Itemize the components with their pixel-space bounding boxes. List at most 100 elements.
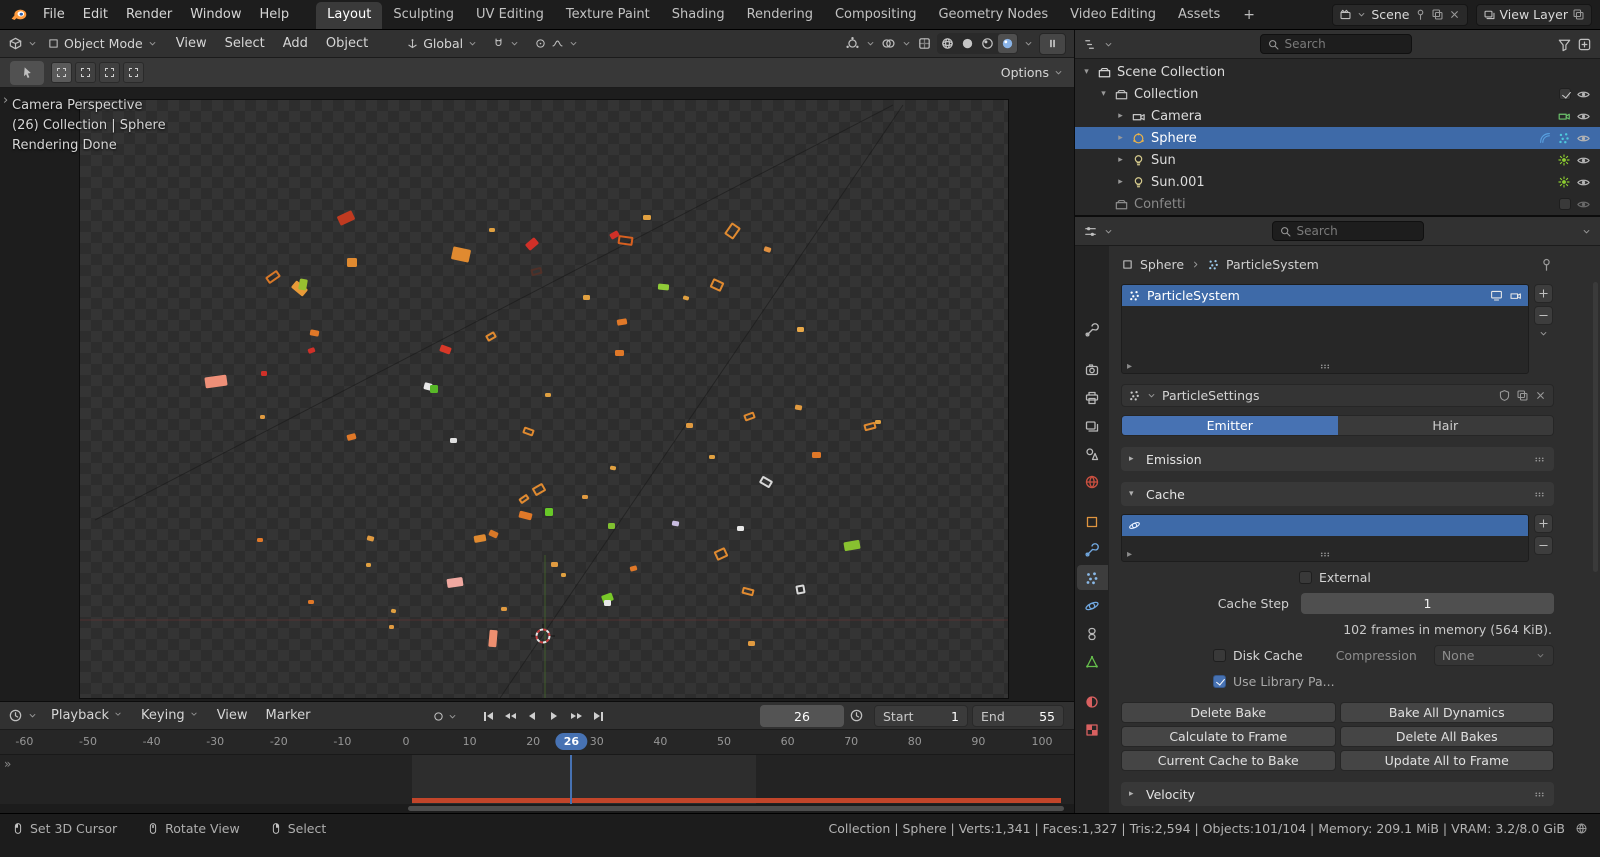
3d-viewport[interactable]: › Camera Perspective(26) Col (0, 88, 1074, 701)
bake-all-dynamics-button[interactable]: Bake All Dynamics (1340, 702, 1555, 723)
menu-help[interactable]: Help (251, 4, 299, 25)
hide-toggle-eye-icon[interactable] (1576, 131, 1591, 146)
properties-tab-modifiers[interactable] (1077, 537, 1108, 562)
select-mode-intersect-button[interactable] (123, 62, 144, 83)
disclosure-arrow[interactable]: ▸ (1115, 111, 1126, 121)
section-cache[interactable]: ▾ Cache (1121, 482, 1554, 506)
timeline-menu-playback[interactable]: Playback (42, 705, 132, 726)
particle-system-slots[interactable]: ParticleSystem ▸ (1121, 284, 1529, 374)
new-scene-icon[interactable] (1431, 8, 1444, 21)
grip-icon[interactable] (1533, 788, 1546, 801)
update-all-to-frame-button[interactable]: Update All to Frame (1340, 750, 1555, 771)
jump-to-end-button[interactable] (588, 707, 608, 726)
active-tool-select-box-button[interactable] (10, 61, 44, 85)
show-gizmo-icon[interactable] (845, 36, 860, 51)
outliner-row-camera[interactable]: ▸Camera (1075, 105, 1600, 127)
properties-tab-particles[interactable] (1077, 565, 1108, 590)
properties-tab-physics[interactable] (1077, 593, 1108, 618)
options-dropdown[interactable]: Options (1001, 65, 1064, 80)
proportional-editing-controls[interactable] (529, 33, 584, 55)
menu-window[interactable]: Window (181, 4, 250, 25)
play-button[interactable] (544, 707, 564, 726)
remove-cache-button[interactable] (1534, 536, 1553, 555)
toolbar-expand-chevron[interactable]: › (3, 93, 8, 108)
disclosure-arrow[interactable]: ▸ (1115, 177, 1126, 187)
select-mode-extend-button[interactable] (75, 62, 96, 83)
remove-particle-system-button[interactable] (1534, 306, 1553, 325)
select-mode-set-button[interactable] (51, 62, 72, 83)
viewport-menu-select[interactable]: Select (216, 33, 274, 54)
use-library-checkbox[interactable] (1213, 675, 1226, 688)
disk-cache-checkbox[interactable] (1213, 649, 1226, 662)
type-hair-button[interactable]: Hair (1338, 416, 1554, 435)
current-frame-indicator[interactable]: 26 (556, 733, 587, 750)
shading-rendered-icon[interactable] (998, 34, 1017, 53)
particle-system-slot-active[interactable]: ParticleSystem (1122, 285, 1528, 306)
calculate-to-frame-button[interactable]: Calculate to Frame (1121, 726, 1336, 747)
snapping-controls[interactable] (487, 33, 525, 55)
disclosure-arrow[interactable]: ▸ (1115, 133, 1126, 143)
timeline-menu-marker[interactable]: Marker (257, 705, 320, 726)
outliner-row-collection[interactable]: ▾Collection (1075, 83, 1600, 105)
new-datablock-icon[interactable] (1516, 389, 1529, 402)
render-visibility-icon[interactable] (1509, 289, 1522, 302)
view-layer-selector[interactable]: View Layer (1476, 4, 1593, 26)
transform-orientation-selector[interactable]: Global (401, 33, 483, 55)
external-checkbox[interactable] (1299, 571, 1312, 584)
outliner-row-confetti[interactable]: Confetti (1075, 193, 1600, 215)
cache-slots[interactable]: ▸ (1121, 514, 1529, 562)
editor-type-properties-icon[interactable] (1083, 224, 1098, 239)
workspace-tab-geometry-nodes[interactable]: Geometry Nodes (927, 2, 1059, 29)
scrollbar-thumb[interactable] (408, 806, 1064, 811)
outliner-row-scene-collection[interactable]: ▾Scene Collection (1075, 61, 1600, 83)
fake-user-icon[interactable] (1498, 389, 1511, 402)
particle-settings-icon[interactable] (1128, 389, 1141, 402)
menu-file[interactable]: File (34, 4, 74, 25)
workspace-tab-assets[interactable]: Assets (1167, 2, 1231, 29)
properties-tab-view-layer[interactable] (1077, 413, 1108, 438)
timeline-ruler[interactable]: -60-50-40-30-20-100102030405060708090100… (0, 730, 1074, 755)
add-workspace-button[interactable]: + (1233, 7, 1265, 23)
workspace-tab-compositing[interactable]: Compositing (824, 2, 928, 29)
properties-tab-scene[interactable] (1077, 441, 1108, 466)
outliner-row-sun-001[interactable]: ▸Sun.001 (1075, 171, 1600, 193)
menu-render[interactable]: Render (117, 4, 181, 25)
hide-toggle-eye-icon[interactable] (1576, 153, 1591, 168)
editor-type-outliner-icon[interactable] (1083, 37, 1098, 52)
pause-render-preview-button[interactable] (1039, 33, 1066, 55)
particle-settings-name[interactable]: ParticleSettings (1162, 388, 1259, 403)
shading-solid-icon[interactable] (958, 34, 977, 53)
shading-wireframe-icon[interactable] (938, 34, 957, 53)
pin-icon[interactable] (1539, 257, 1554, 272)
properties-tab-constraints[interactable] (1077, 621, 1108, 646)
add-particle-system-button[interactable] (1534, 284, 1553, 303)
outliner-row-sphere[interactable]: ▸Sphere (1075, 127, 1600, 149)
scene-selector[interactable]: Scene (1332, 4, 1467, 26)
properties-search-input[interactable] (1297, 224, 1417, 238)
timeline-menu-view[interactable]: View (208, 705, 257, 726)
hide-toggle-eye-icon[interactable] (1576, 175, 1591, 190)
workspace-tab-shading[interactable]: Shading (661, 2, 736, 29)
workspace-tab-texture-paint[interactable]: Texture Paint (555, 2, 661, 29)
browse-icon[interactable] (1146, 390, 1157, 401)
menu-edit[interactable]: Edit (74, 4, 117, 25)
hide-toggle-eye-icon[interactable] (1576, 109, 1591, 124)
grip-icon[interactable] (1533, 488, 1546, 501)
shading-material-icon[interactable] (978, 34, 997, 53)
previous-keyframe-button[interactable] (500, 707, 520, 726)
auto-keying-toggle[interactable] (432, 705, 458, 727)
cache-slot-active[interactable] (1122, 515, 1528, 536)
breadcrumb-system[interactable]: ParticleSystem (1226, 257, 1319, 272)
properties-tab-tool[interactable] (1077, 317, 1108, 342)
timeline-expand-chevron[interactable]: » (4, 757, 11, 771)
workspace-tab-sculpting[interactable]: Sculpting (382, 2, 465, 29)
expand-arrow[interactable]: ▸ (1127, 549, 1132, 560)
select-mode-subtract-button[interactable] (99, 62, 120, 83)
workspace-tab-video-editing[interactable]: Video Editing (1059, 2, 1167, 29)
add-cache-button[interactable] (1534, 514, 1553, 533)
specials-menu-icon[interactable] (1538, 328, 1549, 339)
properties-tab-render[interactable] (1077, 357, 1108, 382)
hide-toggle-eye-icon[interactable] (1576, 87, 1591, 102)
properties-tab-output[interactable] (1077, 385, 1108, 410)
properties-tab-object[interactable] (1077, 509, 1108, 534)
